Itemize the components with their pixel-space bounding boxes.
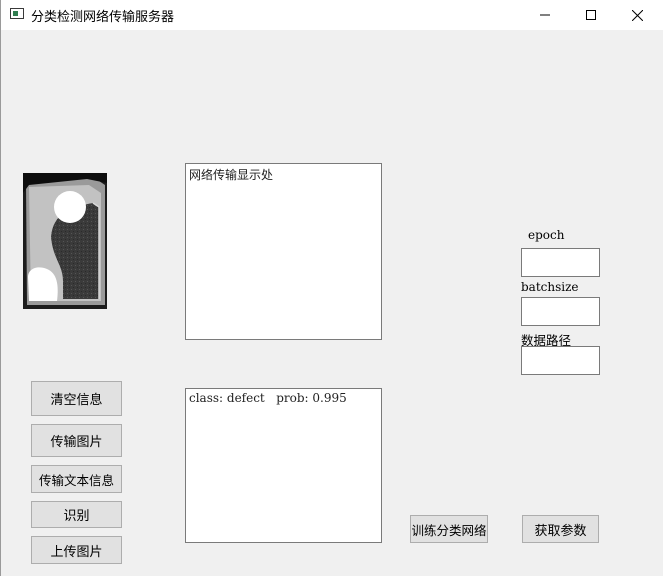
epoch-input[interactable] (521, 248, 600, 277)
get-params-button[interactable]: 获取参数 (522, 515, 599, 543)
result-display-textarea[interactable]: class: defect prob: 0.995 (185, 388, 382, 543)
batchsize-input[interactable] (521, 297, 600, 326)
clear-info-button[interactable]: 清空信息 (31, 381, 122, 416)
maximize-icon (586, 10, 596, 20)
send-text-button[interactable]: 传输文本信息 (31, 465, 122, 493)
image-preview (23, 173, 107, 309)
maximize-button[interactable] (568, 0, 614, 30)
minimize-icon (540, 14, 550, 16)
data-path-input[interactable] (521, 346, 600, 375)
main-window: 分类检测网络传输服务器 网络传输显示处 class: defect prob: … (0, 0, 663, 576)
recognize-button[interactable]: 识别 (31, 501, 122, 528)
train-network-button[interactable]: 训练分类网络 (410, 515, 488, 543)
send-image-button[interactable]: 传输图片 (31, 424, 122, 457)
defect-sample-image (23, 173, 107, 309)
app-window-icon (10, 8, 24, 19)
upload-image-button[interactable]: 上传图片 (31, 536, 122, 564)
minimize-button[interactable] (522, 0, 568, 30)
batchsize-label: batchsize (521, 280, 579, 294)
network-display-textarea[interactable]: 网络传输显示处 (185, 163, 382, 340)
close-icon (631, 9, 643, 21)
window-title: 分类检测网络传输服务器 (31, 10, 175, 25)
epoch-label: epoch (528, 228, 565, 242)
title-bar[interactable]: 分类检测网络传输服务器 (1, 0, 663, 30)
close-button[interactable] (614, 0, 660, 30)
